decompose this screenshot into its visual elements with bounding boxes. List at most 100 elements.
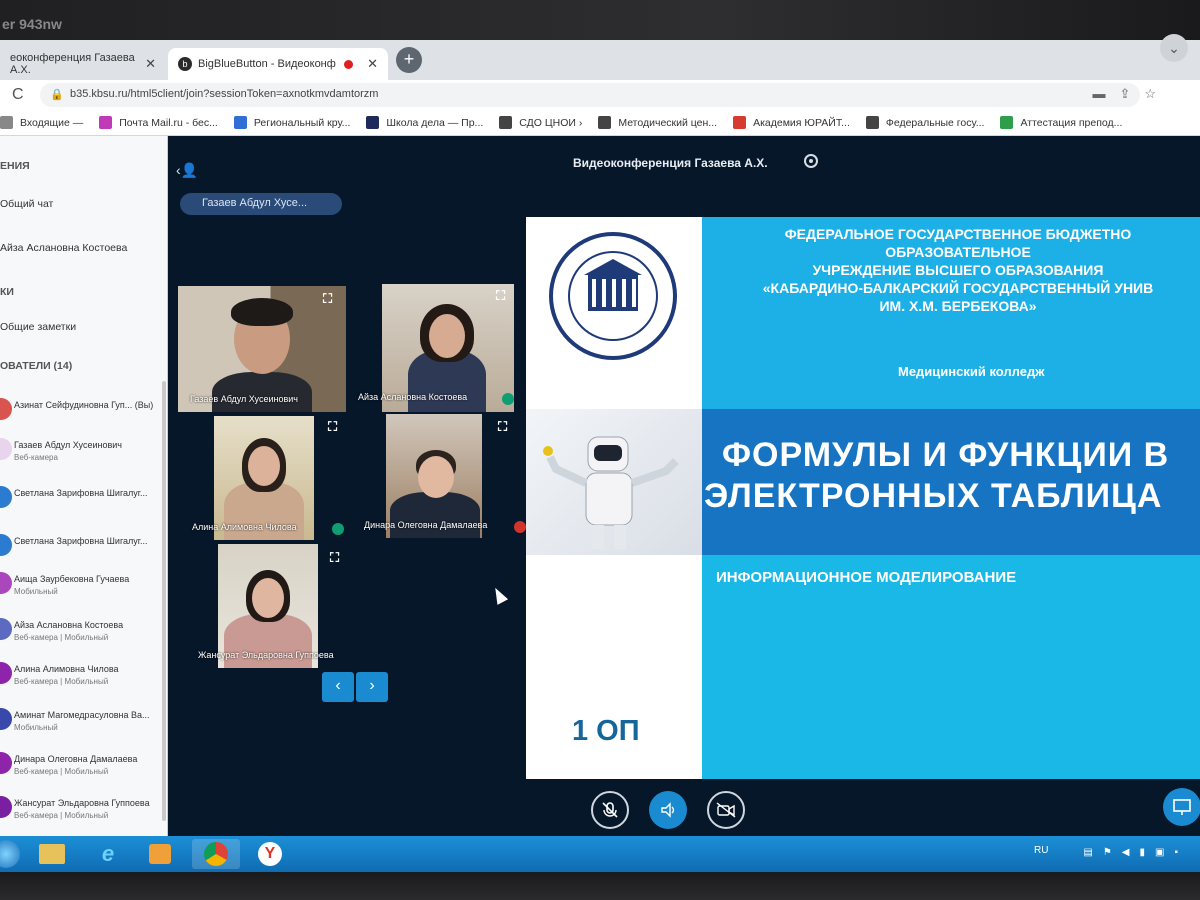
- audio-button[interactable]: [649, 791, 687, 829]
- user-name: Газаев Абдул Хусеинович: [14, 440, 122, 450]
- bookmark-label: Школа дела — Пр...: [386, 116, 484, 129]
- bookmark-label: Академия ЮРАЙТ...: [753, 116, 850, 129]
- monitor-brand: er 943nw: [2, 16, 62, 32]
- bookmark-item[interactable]: Региональный кру...: [233, 116, 350, 129]
- user-status: Веб-камера | Мобильный: [14, 767, 109, 776]
- tab-bigbluebutton[interactable]: b BigBlueButton - Видеоконф ✕: [168, 48, 388, 80]
- internet-explorer-icon[interactable]: e: [84, 839, 132, 869]
- video-tile[interactable]: ⛶ Газаев Абдул Хусеинович: [178, 286, 346, 412]
- fullscreen-icon[interactable]: ⛶: [328, 419, 337, 435]
- robot-image: [526, 409, 702, 555]
- college-name: Медицинский колледж: [898, 364, 1045, 379]
- network-icon[interactable]: ▤: [1083, 847, 1102, 858]
- address-bar: C b35.kbsu.ru/html5client/join?sessionTo…: [0, 80, 1200, 110]
- share-icon[interactable]: ⇪: [1119, 86, 1144, 101]
- camera-off-icon: [716, 802, 736, 818]
- close-icon[interactable]: ✕: [145, 56, 156, 72]
- url-text: b35.kbsu.ru/html5client/join?sessionToke…: [70, 88, 379, 100]
- org-line: ИМ. Х.М. БЕРБЕКОВА»: [879, 298, 1037, 314]
- college-logo: [549, 232, 677, 360]
- explorer-icon[interactable]: [28, 839, 76, 869]
- book-icon: [366, 116, 380, 129]
- conference-area: ‹👤 Видеоконференция Газаева А.Х. Газаев …: [168, 136, 1200, 836]
- fullscreen-icon[interactable]: ⛶: [498, 419, 507, 435]
- presentation-slide[interactable]: ФЕДЕРАЛЬНОЕ ГОСУДАРСТВЕННОЕ БЮДЖЕТНО ОБР…: [526, 217, 1200, 779]
- bookmark-item[interactable]: Школа дела — Пр...: [366, 116, 483, 129]
- close-icon[interactable]: ✕: [367, 56, 378, 72]
- reload-icon[interactable]: C: [12, 86, 24, 104]
- recording-status-icon[interactable]: [804, 154, 818, 168]
- video-name: Газаев Абдул Хусеинович: [190, 394, 298, 404]
- presentation-button[interactable]: [1163, 788, 1200, 826]
- fullscreen-icon[interactable]: ⛶: [323, 291, 332, 307]
- user-status: Мобильный: [14, 587, 58, 596]
- start-button[interactable]: [0, 839, 30, 869]
- public-chat-link[interactable]: Общий чат: [0, 198, 53, 210]
- camera-button[interactable]: [707, 791, 745, 829]
- tab-label: еоконференция Газаева А.Х.: [10, 52, 135, 76]
- language-indicator[interactable]: RU: [1034, 845, 1048, 856]
- power-icon[interactable]: ▪: [1174, 847, 1188, 858]
- user-name: Айза Аслановна Костоева: [14, 620, 124, 630]
- person-body: [390, 492, 480, 538]
- organization-name: ФЕДЕРАЛЬНОЕ ГОСУДАРСТВЕННОЕ БЮДЖЕТНО ОБР…: [716, 225, 1200, 315]
- bookmark-item[interactable]: Академия ЮРАЙТ...: [733, 116, 850, 129]
- user-name: Алина Алимовна Чилова: [14, 664, 119, 674]
- fullscreen-icon[interactable]: ⛶: [330, 550, 339, 566]
- bookmark-label: Почта Mail.ru - бес...: [119, 116, 218, 129]
- org-line: ОБРАЗОВАТЕЛЬНОЕ: [885, 244, 1031, 260]
- slide-title-line1: ФОРМУЛЫ И ФУНКЦИИ В: [722, 436, 1170, 474]
- private-chat-link[interactable]: Айза Аслановна Костоева: [0, 242, 127, 254]
- volume-icon[interactable]: ◀: [1122, 847, 1140, 858]
- media-player-icon[interactable]: [136, 839, 184, 869]
- bookmark-label: Методический цен...: [618, 116, 718, 129]
- presenter-pill[interactable]: Газаев Абдул Хусе...: [180, 193, 342, 215]
- chrome-icon[interactable]: [192, 839, 240, 869]
- yandex-icon[interactable]: Y: [246, 839, 294, 869]
- avatar: [0, 572, 12, 594]
- url-field[interactable]: b35.kbsu.ru/html5client/join?sessionToke…: [40, 83, 1140, 107]
- video-name: Алина Алимовна Чилова: [192, 522, 297, 532]
- bookmark-label: Федеральные госу...: [885, 116, 985, 129]
- user-name: Светлана Зарифовна Шигалуг...: [14, 488, 148, 498]
- avatar: [0, 752, 12, 774]
- star-icon[interactable]: ☆: [1144, 86, 1170, 101]
- monitor-bezel-bottom: [0, 872, 1200, 900]
- microphone-icon: [502, 393, 514, 405]
- next-page-button[interactable]: ›: [356, 672, 388, 702]
- bookmark-item[interactable]: Входящие —: [0, 116, 83, 129]
- speaker-icon: [661, 802, 675, 818]
- lock-icon[interactable]: 🔒: [50, 88, 64, 101]
- scrollbar[interactable]: [162, 381, 166, 821]
- cast-icon[interactable]: ▬: [1092, 86, 1119, 101]
- mail-icon: [0, 116, 13, 129]
- battery-icon[interactable]: ▮: [1139, 847, 1155, 858]
- user-list-toggle-icon[interactable]: ‹👤: [176, 162, 198, 179]
- left-panel: ЕНИЯ Общий чат Айза Аслановна Костоева К…: [0, 136, 168, 836]
- presentation-icon: [1173, 799, 1191, 815]
- messages-heading: ЕНИЯ: [0, 160, 30, 172]
- screen: er 943nw еоконференция Газаева А.Х. ✕ b …: [0, 0, 1200, 900]
- flag-icon[interactable]: ⚑: [1103, 847, 1122, 858]
- fullscreen-icon[interactable]: ⛶: [496, 288, 505, 304]
- tab-conference[interactable]: еоконференция Газаева А.Х. ✕: [0, 48, 166, 80]
- shared-notes-link[interactable]: Общие заметки: [0, 321, 76, 333]
- bookmark-item[interactable]: Почта Mail.ru - бес...: [99, 116, 218, 129]
- bookmark-item[interactable]: Методический цен...: [598, 116, 717, 129]
- bookmark-item[interactable]: Федеральные госу...: [865, 116, 985, 129]
- new-tab-button[interactable]: +: [396, 47, 422, 73]
- video-name: Динара Олеговна Дамалаева: [364, 520, 488, 530]
- omnibox-actions: ▬⇪☆: [1092, 86, 1170, 102]
- microphone-off-icon: [602, 802, 618, 818]
- slide-band-bottom: [702, 555, 1200, 779]
- bigbluebutton-icon: b: [178, 57, 192, 71]
- previous-page-button[interactable]: ‹: [322, 672, 354, 702]
- globe-icon: [598, 116, 612, 129]
- mute-button[interactable]: [591, 791, 629, 829]
- avatar: [0, 486, 12, 508]
- tab-strip: еоконференция Газаева А.Х. ✕ b BigBlueBu…: [0, 40, 1200, 80]
- bookmark-item[interactable]: Аттестация препод...: [1000, 116, 1122, 129]
- notification-icon[interactable]: ▣: [1155, 847, 1174, 858]
- bookmark-item[interactable]: СДО ЦНОИ ›: [499, 116, 582, 129]
- chevron-down-icon[interactable]: ⌄: [1160, 34, 1188, 62]
